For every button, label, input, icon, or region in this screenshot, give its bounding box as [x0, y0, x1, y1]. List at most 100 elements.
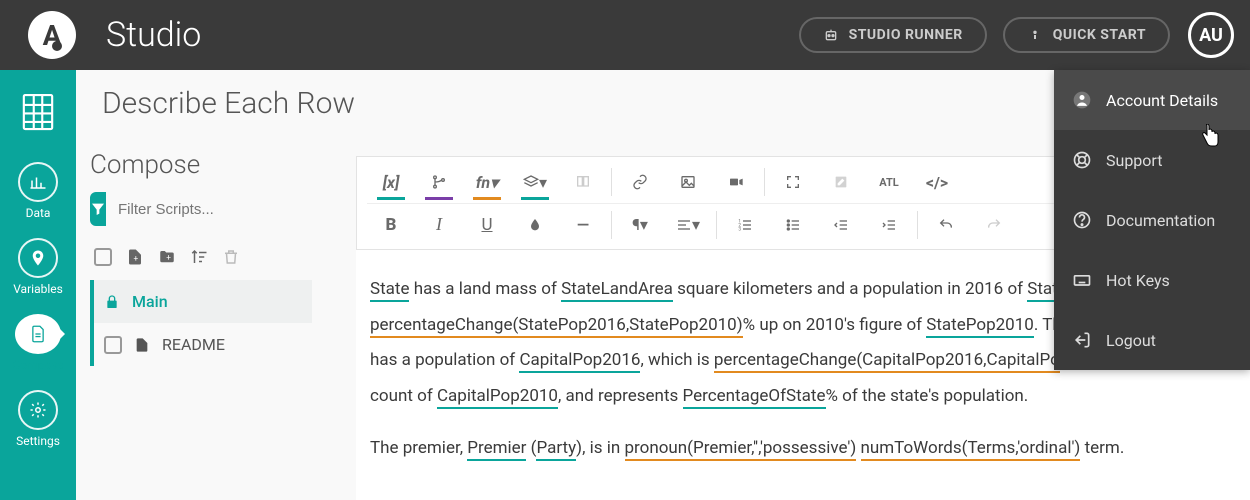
paragraph-button[interactable]: ¶▾: [616, 207, 664, 243]
script-item-main[interactable]: Main: [90, 280, 312, 323]
sort-icon[interactable]: [190, 248, 208, 266]
pin-icon: [29, 249, 47, 267]
align-button[interactable]: ▾: [664, 207, 712, 243]
rail-variables-label: Variables: [13, 282, 63, 296]
trash-icon[interactable]: [222, 248, 240, 266]
expand-button[interactable]: [769, 164, 817, 200]
edit-square-button[interactable]: [817, 164, 865, 200]
script-checkbox[interactable]: [104, 336, 122, 354]
hr-button[interactable]: —: [559, 207, 607, 243]
spreadsheet-icon: [21, 92, 55, 132]
funnel-icon: [90, 201, 106, 217]
layers-button[interactable]: ▾: [511, 164, 559, 200]
robot-icon: [823, 27, 839, 43]
new-folder-icon[interactable]: +: [158, 248, 176, 266]
select-all-checkbox[interactable]: [94, 248, 112, 266]
rail-variables[interactable]: Variables: [0, 228, 76, 304]
rail-compose-label: Compose: [12, 358, 63, 372]
redo-icon: [986, 217, 1002, 233]
rail-data[interactable]: Data: [0, 152, 76, 228]
svg-text:3: 3: [738, 226, 741, 232]
left-rail: Data Variables Compose Settings: [0, 70, 76, 500]
pencil-square-icon: [833, 174, 849, 190]
ul-button[interactable]: [769, 207, 817, 243]
image-icon: [680, 174, 696, 190]
expand-icon: [785, 174, 801, 190]
ol-button[interactable]: 123: [721, 207, 769, 243]
svg-text:+: +: [134, 254, 139, 264]
rail-compose[interactable]: Compose: [0, 304, 76, 380]
menu-account-details[interactable]: Account Details: [1054, 70, 1250, 130]
gear-icon: [29, 401, 47, 419]
droplet-icon: [527, 217, 543, 233]
lock-icon: [104, 294, 120, 310]
user-menu-dropdown: Account Details Support Documentation Ho…: [1054, 70, 1250, 370]
brand-name: Studio: [106, 15, 201, 55]
fn-button[interactable]: fn▾: [463, 164, 511, 200]
app-logo: A: [28, 11, 76, 59]
rail-settings-label: Settings: [16, 434, 60, 448]
ordered-list-icon: 123: [737, 217, 753, 233]
rail-settings[interactable]: Settings: [0, 380, 76, 456]
redo-button[interactable]: [970, 207, 1018, 243]
rail-spreadsheet[interactable]: [0, 78, 76, 152]
file-icon: [134, 337, 150, 353]
help-icon: [1072, 210, 1092, 230]
indent-icon: [881, 217, 897, 233]
code-button[interactable]: </>: [913, 164, 961, 200]
quickstart-label: QUICK START: [1053, 27, 1146, 43]
life-ring-icon: [1072, 150, 1092, 170]
studio-runner-button[interactable]: STUDIO RUNNER: [799, 17, 987, 53]
bold-button[interactable]: B: [367, 207, 415, 243]
studio-runner-label: STUDIO RUNNER: [849, 27, 963, 43]
book-icon: [575, 174, 591, 190]
script-name: README: [162, 335, 225, 354]
color-button[interactable]: [511, 207, 559, 243]
menu-logout[interactable]: Logout: [1054, 310, 1250, 370]
logout-icon: [1072, 330, 1092, 350]
branch-button[interactable]: [415, 164, 463, 200]
menu-documentation[interactable]: Documentation: [1054, 190, 1250, 250]
undo-button[interactable]: [922, 207, 970, 243]
filter-scripts-input[interactable]: [114, 195, 321, 224]
bracket-x-button[interactable]: [x]: [367, 164, 415, 200]
outdent-icon: [833, 217, 849, 233]
book-button[interactable]: [559, 164, 607, 200]
italic-button[interactable]: I: [415, 207, 463, 243]
bullet-list-icon: [785, 217, 801, 233]
compose-panel: Compose + + Main README: [76, 150, 326, 366]
document-icon: [30, 325, 46, 343]
menu-support[interactable]: Support: [1054, 130, 1250, 190]
script-actions: + +: [90, 242, 312, 280]
branch-icon: [431, 174, 447, 190]
video-button[interactable]: [712, 164, 760, 200]
link-icon: [632, 174, 648, 190]
menu-hotkeys[interactable]: Hot Keys: [1054, 250, 1250, 310]
undo-icon: [938, 217, 954, 233]
outdent-button[interactable]: [817, 207, 865, 243]
filter-row: [90, 192, 312, 226]
indent-button[interactable]: [865, 207, 913, 243]
page-title: Describe Each Row: [102, 86, 355, 121]
align-left-icon: [676, 217, 692, 233]
info-icon: [1027, 27, 1043, 43]
chart-icon: [29, 173, 47, 191]
atl-button[interactable]: ATL: [865, 164, 913, 200]
underline-button[interactable]: U: [463, 207, 511, 243]
video-icon: [728, 174, 744, 190]
avatar[interactable]: AU: [1188, 12, 1234, 58]
rail-data-label: Data: [26, 206, 51, 220]
filter-button[interactable]: [90, 192, 106, 226]
new-file-icon[interactable]: +: [126, 248, 144, 266]
script-item-readme[interactable]: README: [90, 323, 312, 366]
script-name: Main: [132, 292, 168, 311]
svg-text:+: +: [166, 253, 171, 263]
topbar: A Studio STUDIO RUNNER QUICK START AU: [0, 0, 1250, 70]
image-button[interactable]: [664, 164, 712, 200]
keyboard-icon: [1072, 270, 1092, 290]
quickstart-button[interactable]: QUICK START: [1003, 17, 1170, 53]
account-icon: [1072, 90, 1092, 110]
compose-title: Compose: [90, 150, 312, 180]
layers-icon: [523, 174, 539, 190]
link-button[interactable]: [616, 164, 664, 200]
